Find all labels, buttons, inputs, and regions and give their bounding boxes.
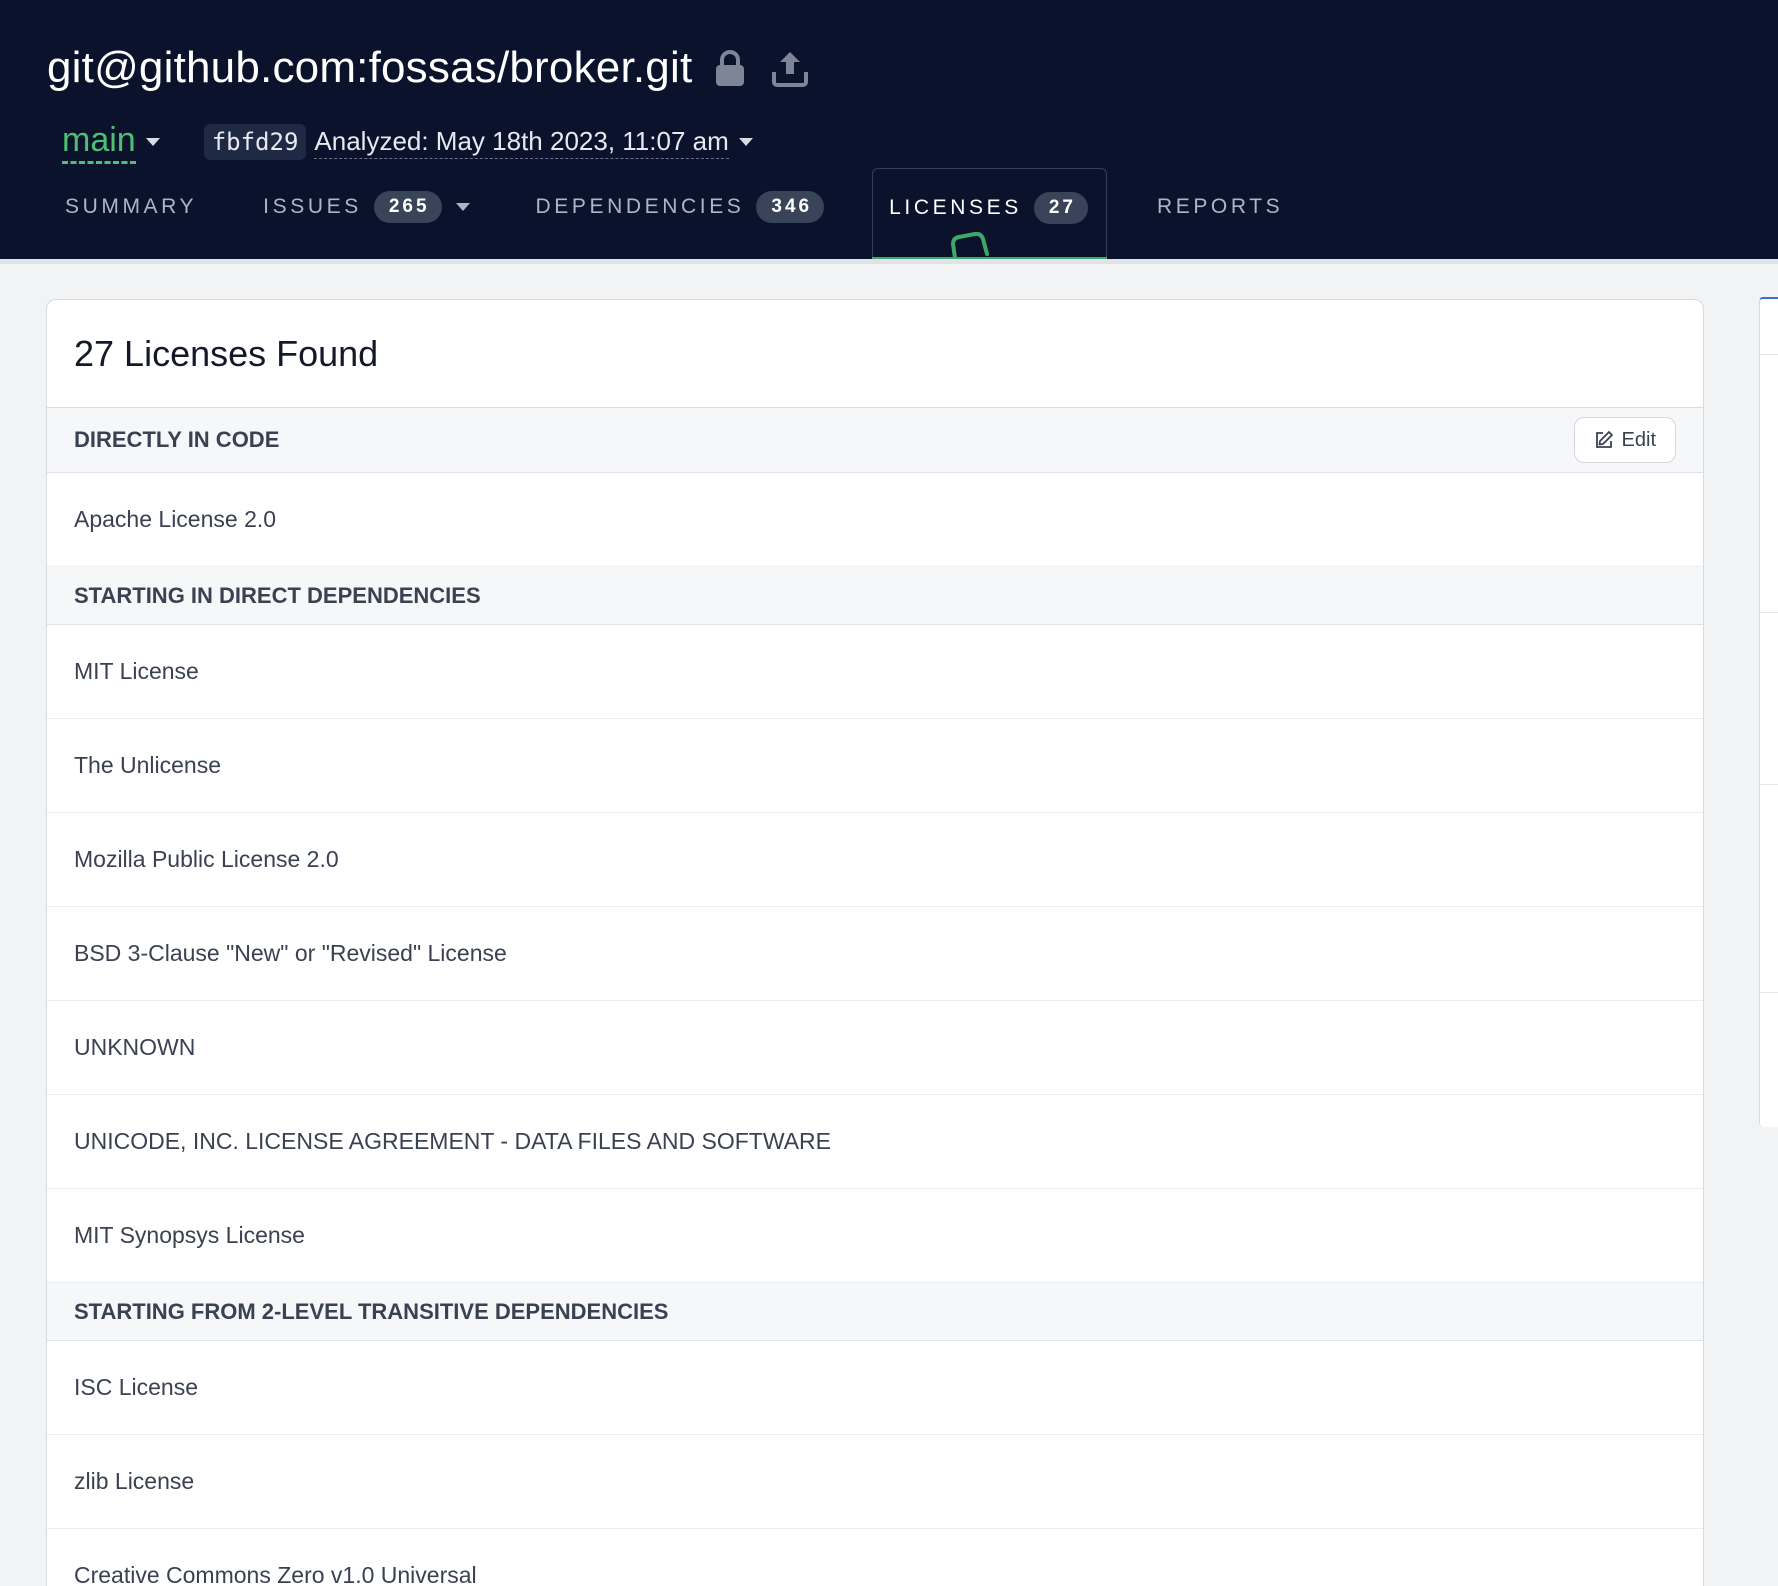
license-name: ISC License [74,1374,199,1400]
license-name: The Unlicense [74,752,222,778]
analysis-selector[interactable]: Analyzed: May 18th 2023, 11:07 am [314,126,729,159]
project-tabs: SUMMARY ISSUES 265 DEPENDENCIES 346 LICE… [45,168,1303,261]
pointer-cursor-icon [951,231,990,260]
upload-icon[interactable] [768,46,812,90]
license-row[interactable]: Apache License 2.0 [47,473,1703,567]
license-name: Creative Commons Zero v1.0 Universal [74,1562,477,1586]
section-header-directly-in-code: DIRECTLY IN CODE Edit [47,408,1703,473]
commit-sha: fbfd29 [203,124,307,160]
tab-licenses[interactable]: LICENSES 27 [872,168,1107,261]
license-row[interactable]: zlib License [47,1435,1703,1529]
license-row[interactable]: BSD 3-Clause "New" or "Revised" License [47,907,1703,1001]
tab-summary[interactable]: SUMMARY [45,168,217,260]
side-panel-divider [1760,784,1778,785]
tab-label: ISSUES [263,195,362,218]
license-row[interactable]: The Unlicense [47,719,1703,813]
license-name: BSD 3-Clause "New" or "Revised" License [74,940,507,966]
license-name: zlib License [74,1468,195,1494]
license-row[interactable]: Mozilla Public License 2.0 [47,813,1703,907]
licenses-count-title: 27 Licenses Found [47,300,1703,408]
edit-button[interactable]: Edit [1573,417,1676,463]
tab-dependencies[interactable]: DEPENDENCIES 346 [516,168,845,260]
license-row[interactable]: MIT Synopsys License [47,1189,1703,1283]
chevron-down-icon[interactable] [455,203,470,211]
branch-selector[interactable]: main [62,121,136,164]
tab-issues[interactable]: ISSUES 265 [243,168,489,260]
license-name: Apache License 2.0 [74,506,277,532]
side-panel-edge [1759,297,1778,1127]
tab-reports[interactable]: REPORTS [1137,168,1303,260]
license-name: MIT License [74,658,199,684]
count-badge: 27 [1033,191,1088,224]
tab-label: DEPENDENCIES [535,195,745,218]
tab-label: SUMMARY [65,195,198,218]
section-header-direct-dependencies: STARTING IN DIRECT DEPENDENCIES [47,567,1703,625]
chevron-down-icon[interactable] [145,138,160,146]
license-name: UNICODE, INC. LICENSE AGREEMENT - DATA F… [74,1128,831,1154]
side-panel-divider [1760,992,1778,993]
edit-label: Edit [1621,428,1656,451]
lock-icon[interactable] [708,46,752,90]
repo-title-row: git@github.com:fossas/broker.git [47,40,812,96]
tab-label: REPORTS [1156,195,1284,218]
section-heading: STARTING IN DIRECT DEPENDENCIES [74,582,481,608]
section-heading: STARTING FROM 2-LEVEL TRANSITIVE DEPENDE… [74,1298,669,1324]
license-name: UNKNOWN [74,1034,196,1060]
branch-row: main fbfd29 Analyzed: May 18th 2023, 11:… [62,118,753,166]
licenses-card: 27 Licenses Found DIRECTLY IN CODE Edit … [46,299,1704,1586]
license-name: MIT Synopsys License [74,1222,305,1248]
project-header: git@github.com:fossas/broker.git main fb… [0,0,1778,261]
license-row[interactable]: Creative Commons Zero v1.0 Universal [47,1529,1703,1586]
side-panel-divider [1760,612,1778,613]
tab-label: LICENSES [889,195,1022,219]
repo-title: git@github.com:fossas/broker.git [47,43,693,92]
header-divider [0,259,1778,264]
license-row[interactable]: ISC License [47,1341,1703,1435]
license-name: Mozilla Public License 2.0 [74,846,339,872]
count-badge: 346 [756,191,825,223]
edit-icon [1595,431,1613,448]
section-heading: DIRECTLY IN CODE [74,427,280,452]
license-row[interactable]: UNKNOWN [47,1001,1703,1095]
license-row[interactable]: UNICODE, INC. LICENSE AGREEMENT - DATA F… [47,1095,1703,1189]
section-header-transitive-dependencies: STARTING FROM 2-LEVEL TRANSITIVE DEPENDE… [47,1283,1703,1341]
count-badge: 265 [373,191,442,223]
license-row[interactable]: MIT License [47,625,1703,719]
chevron-down-icon[interactable] [738,138,753,146]
side-panel-divider [1760,354,1778,355]
